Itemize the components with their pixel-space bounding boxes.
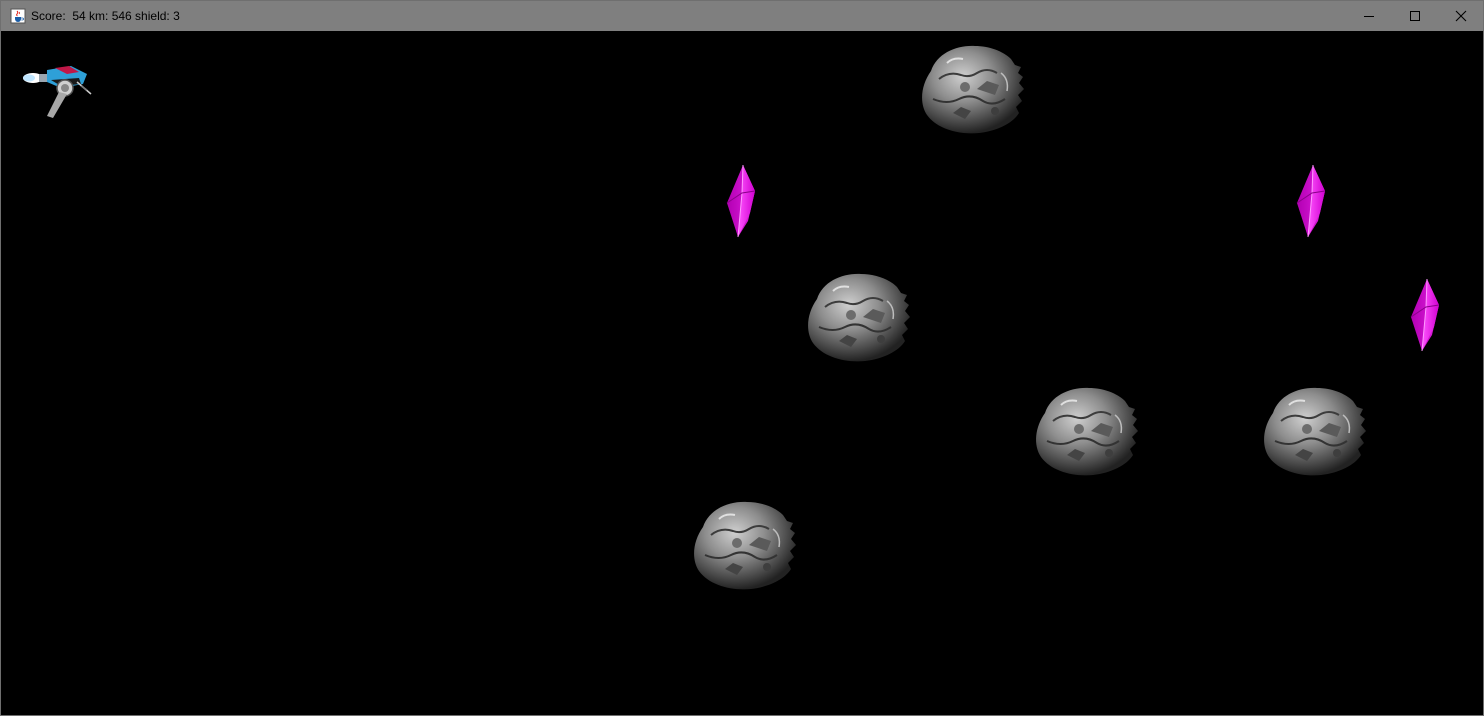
minimize-button[interactable] [1346, 1, 1392, 31]
spaceship-icon [23, 66, 92, 118]
crystal-pickup [1294, 163, 1328, 239]
asteroid [803, 271, 911, 363]
game-window: Score: 54 km: 546 shield: 3 [0, 0, 1484, 716]
asteroid [1031, 385, 1139, 477]
title-bar[interactable]: Score: 54 km: 546 shield: 3 [1, 1, 1483, 31]
asteroid [1259, 385, 1367, 477]
close-icon [1455, 10, 1467, 22]
crystal-pickup [1408, 277, 1442, 353]
minimize-icon [1364, 16, 1374, 17]
close-button[interactable] [1438, 1, 1484, 31]
asteroid [917, 43, 1025, 135]
crystal-pickup [724, 163, 758, 239]
maximize-button[interactable] [1392, 1, 1438, 31]
window-title: Score: 54 km: 546 shield: 3 [31, 9, 180, 23]
java-cup-icon [10, 8, 26, 24]
game-canvas[interactable] [1, 31, 1483, 715]
asteroid [689, 499, 797, 591]
maximize-icon [1410, 11, 1420, 21]
